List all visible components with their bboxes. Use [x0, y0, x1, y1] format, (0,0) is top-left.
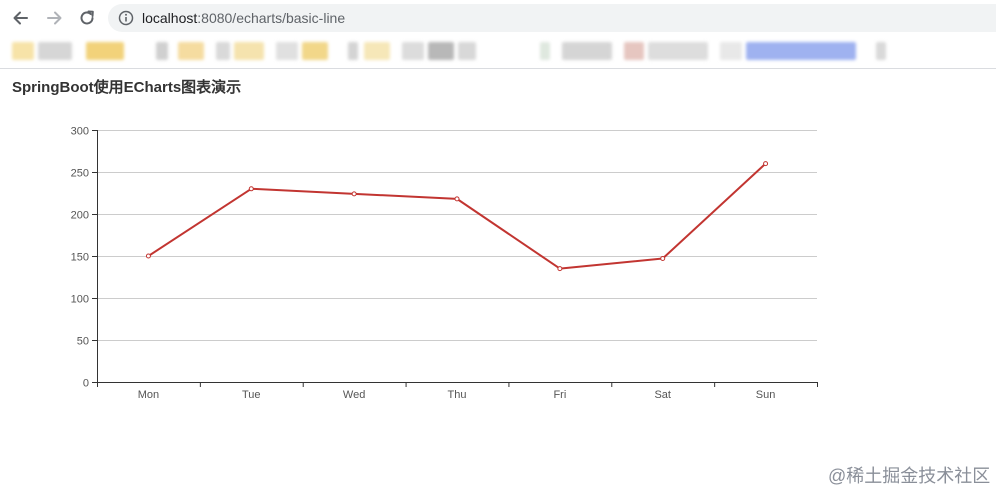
x-tick-label: Thu: [448, 389, 467, 401]
series-line: [147, 162, 767, 270]
x-tick-label: Fri: [553, 389, 566, 401]
y-tick-label: 300: [71, 126, 89, 138]
data-point: [145, 253, 151, 259]
y-tick-label: 200: [71, 210, 89, 222]
data-point: [763, 161, 769, 167]
y-tick-label: 250: [71, 168, 89, 180]
line-chart: 0 50 100 150 200 250 300 Mon Tue Wed Thu Fri Sat Sun: [71, 126, 818, 401]
data-point: [351, 191, 357, 197]
x-tick-label: Wed: [343, 389, 365, 401]
y-tick-label: 0: [83, 378, 89, 390]
x-tick-label: Mon: [138, 389, 159, 401]
data-point: [454, 196, 460, 202]
y-tick-label: 150: [71, 252, 89, 264]
data-point: [660, 256, 666, 262]
x-tick-label: Tue: [242, 389, 261, 401]
watermark: @稀土掘金技术社区: [828, 466, 991, 486]
data-point: [248, 186, 254, 192]
x-tick-label: Sun: [756, 389, 776, 401]
x-tick-label: Sat: [654, 389, 671, 401]
y-tick-label: 100: [71, 294, 89, 306]
y-tick-label: 50: [77, 336, 89, 348]
data-point: [557, 266, 563, 272]
